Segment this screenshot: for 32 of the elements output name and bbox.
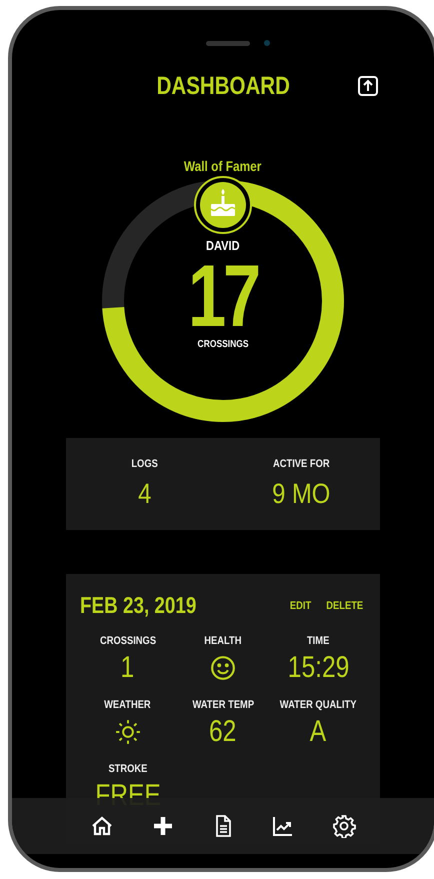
stat-label: LOGS [131, 458, 158, 470]
log-date: FEB 23, 2019 [80, 592, 196, 619]
field-label: TIME [307, 635, 330, 647]
speaker-grille [206, 40, 250, 46]
page-title: DASHBOARD [156, 72, 290, 100]
field-value: FREE [94, 779, 160, 813]
field-label: STROKE [108, 763, 148, 775]
action-link[interactable]: EDIT [289, 600, 311, 612]
rank-label: Wall of Famer [184, 158, 262, 174]
field-label: WATER TEMP [192, 699, 254, 711]
stat-label: ACTIVE FOR [273, 458, 330, 470]
action-link[interactable]: DELETE [326, 600, 363, 612]
home-icon[interactable] [90, 814, 114, 838]
field-label: CROSSINGS [100, 635, 156, 647]
user-name: DAVID [206, 238, 240, 253]
crossings-label: CROSSINGS [198, 339, 248, 350]
field-label: WEATHER [104, 699, 151, 711]
cake-badge-icon [194, 176, 252, 234]
stat-value: 4 [138, 478, 152, 510]
stat-value: 9 MO [272, 478, 331, 510]
smiley-icon [210, 655, 236, 681]
field-value: 15:29 [288, 651, 350, 685]
field-value: 1 [120, 651, 134, 685]
camera-dot [264, 40, 270, 46]
field-label: WATER QUALITY [280, 699, 357, 711]
sun-icon [114, 719, 141, 745]
settings-icon[interactable] [332, 814, 356, 838]
field-value: A [310, 715, 327, 749]
field-value: 62 [209, 715, 237, 749]
crossings-count: 17 [188, 253, 258, 339]
field-label: HEALTH [204, 635, 242, 647]
export-icon[interactable] [358, 76, 378, 96]
